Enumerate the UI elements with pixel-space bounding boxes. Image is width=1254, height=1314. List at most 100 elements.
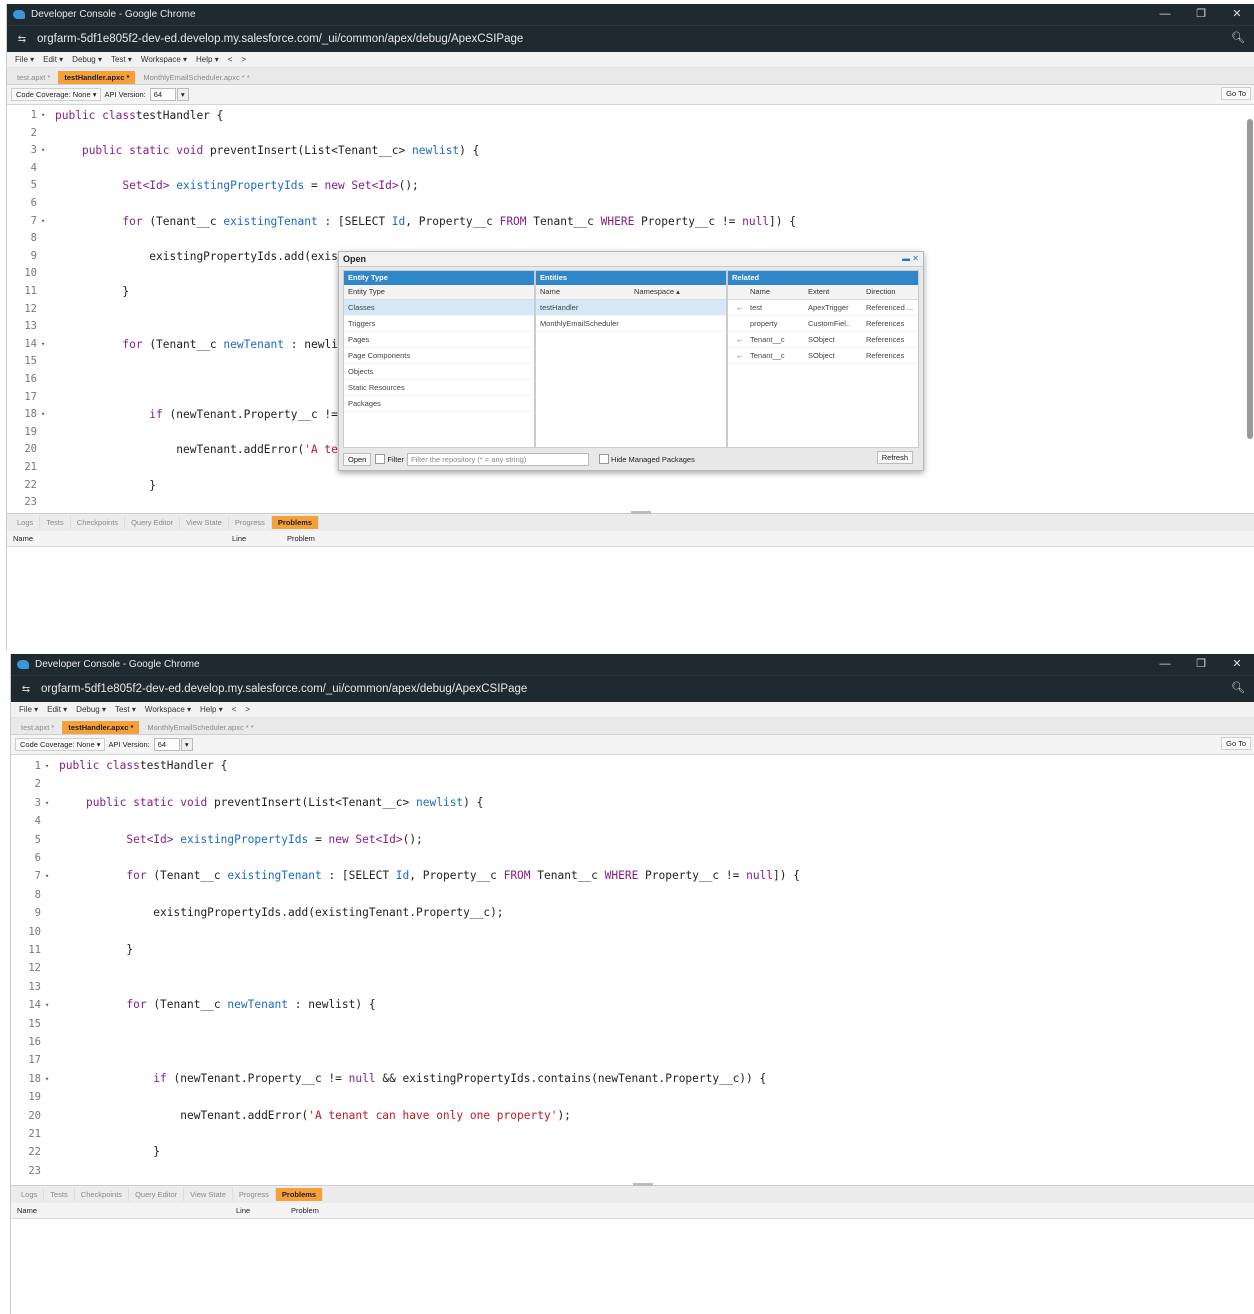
filter-input[interactable]: Filter the repository (* = any string) — [407, 452, 590, 466]
chevron-down-icon[interactable]: ▾ — [180, 738, 193, 751]
code-line[interactable]: 4 — [11, 812, 1254, 830]
address-bar[interactable]: ⇆ orgfarm-5df1e805f2-dev-ed.develop.my.s… — [11, 675, 1254, 702]
url-text[interactable]: orgfarm-5df1e805f2-dev-ed.develop.my.sal… — [37, 33, 523, 45]
col-line[interactable]: Line — [236, 1206, 250, 1215]
code-line[interactable]: 21 — [11, 1125, 1254, 1143]
code-line[interactable]: 5 Set<Id> existingPropertyIds = new Set<… — [7, 177, 1254, 195]
code-coverage-dropdown[interactable]: Code Coverage: None ▾ — [15, 738, 106, 751]
code-line[interactable]: 16 — [11, 1033, 1254, 1051]
url-text[interactable]: orgfarm-5df1e805f2-dev-ed.develop.my.sal… — [41, 683, 527, 695]
tab-monthly-email-scheduler[interactable]: MonthlyEmailScheduler.apxc * * — [137, 71, 255, 84]
menu-test[interactable]: Test ▾ — [115, 705, 136, 714]
menu-file[interactable]: File ▾ — [15, 55, 34, 64]
list-item[interactable]: Pages — [344, 332, 534, 348]
site-settings-icon[interactable]: ⇆ — [17, 684, 35, 695]
zoom-icon[interactable]: 🔍︎ — [1231, 681, 1245, 694]
back-icon[interactable]: < — [228, 55, 233, 64]
code-line[interactable]: 19 — [11, 1088, 1254, 1106]
filter-checkbox[interactable] — [375, 454, 386, 464]
related-col-extent[interactable]: Extent — [808, 287, 829, 296]
tab-tests[interactable]: Tests — [44, 1188, 75, 1201]
list-item[interactable]: Triggers — [344, 316, 534, 332]
code-line[interactable]: 3 ▾ public static void preventInsert(List… — [11, 794, 1254, 812]
code-editor[interactable]: 1 ▾ public classtestHandler {2 3 ▾ public st… — [11, 755, 1254, 1185]
api-version-field[interactable]: 64 — [149, 88, 176, 101]
tab-testhandler[interactable]: testHandler.apxc * — [62, 721, 140, 734]
tab-testhandler[interactable]: testHandler.apxc * — [58, 71, 136, 84]
code-line[interactable]: 22 } — [7, 477, 1254, 495]
api-version-field[interactable]: 64 — [153, 738, 180, 751]
menu-help[interactable]: Help ▾ — [200, 705, 223, 714]
code-line[interactable]: 22 } — [11, 1143, 1254, 1161]
panel-splitter[interactable] — [633, 1183, 653, 1186]
tab-view-state[interactable]: View State — [180, 516, 229, 529]
menu-help[interactable]: Help ▾ — [196, 55, 219, 64]
goto-button[interactable]: Go To — [1221, 737, 1251, 750]
table-row[interactable]: ← test ApexTrigger Referenced ... — [728, 300, 918, 316]
fold-toggle-icon[interactable]: ▾ — [41, 406, 45, 424]
list-item[interactable]: Packages — [344, 396, 534, 412]
code-line[interactable]: 23 — [11, 1162, 1254, 1180]
code-line[interactable]: 7 ▾ for (Tenant__c existingTenant : [SELE… — [11, 867, 1254, 885]
related-col-direction[interactable]: Direction — [866, 287, 896, 296]
col-name[interactable]: Name — [13, 534, 33, 543]
menu-edit[interactable]: Edit ▾ — [43, 55, 63, 64]
table-row[interactable]: ← Tenant__c SObject References — [728, 348, 918, 364]
code-line[interactable]: 15 — [11, 1015, 1254, 1033]
code-line[interactable]: 17 — [11, 1051, 1254, 1069]
tab-view-state[interactable]: View State — [184, 1188, 233, 1201]
code-line[interactable]: 12 — [11, 959, 1254, 977]
menu-workspace[interactable]: Workspace ▾ — [145, 705, 191, 714]
code-line[interactable]: 11 } — [11, 941, 1254, 959]
code-line[interactable]: 3 ▾ public static void preventInsert(List… — [7, 142, 1254, 160]
fold-toggle-icon[interactable]: ▾ — [41, 213, 45, 231]
tab-tests[interactable]: Tests — [40, 516, 71, 529]
list-item[interactable]: Objects — [344, 364, 534, 380]
menu-file[interactable]: File ▾ — [19, 705, 38, 714]
col-problem[interactable]: Problem — [291, 1206, 319, 1215]
code-line[interactable]: 1 ▾ public classtestHandler { — [7, 107, 1254, 125]
entities-col-namespace[interactable]: Namespace ▴ — [634, 287, 680, 296]
code-line[interactable]: 5 Set<Id> existingPropertyIds = new Set<… — [11, 831, 1254, 849]
col-name[interactable]: Name — [17, 1206, 37, 1215]
restore-icon[interactable]: ❐ — [1183, 4, 1219, 25]
forward-icon[interactable]: > — [245, 705, 250, 714]
code-line[interactable]: 2 — [7, 125, 1254, 143]
code-line[interactable]: 1 ▾ public classtestHandler { — [11, 757, 1254, 775]
tab-query-editor[interactable]: Query Editor — [125, 516, 181, 529]
code-line[interactable]: 20 newTenant.addError('A tenant can have… — [11, 1107, 1254, 1125]
code-line[interactable]: 2 — [11, 775, 1254, 793]
list-item[interactable]: MonthlyEmailScheduler — [536, 316, 726, 332]
code-line[interactable]: 18 ▾ if (newTenant.Property__c != null &&… — [11, 1070, 1254, 1088]
code-line[interactable]: 10 — [11, 923, 1254, 941]
open-button[interactable]: Open — [343, 452, 372, 466]
menu-debug[interactable]: Debug ▾ — [76, 705, 106, 714]
col-problem[interactable]: Problem — [287, 534, 315, 543]
code-line[interactable]: 8 — [11, 886, 1254, 904]
code-line[interactable]: 6 — [7, 195, 1254, 213]
hide-managed-checkbox[interactable] — [599, 454, 610, 464]
tab-problems[interactable]: Problems — [275, 1188, 324, 1201]
tab-checkpoints[interactable]: Checkpoints — [75, 1188, 130, 1201]
tab-problems[interactable]: Problems — [271, 516, 320, 529]
tab-query-editor[interactable]: Query Editor — [129, 1188, 185, 1201]
list-item[interactable]: Classes — [344, 300, 534, 316]
fold-toggle-icon[interactable]: ▾ — [45, 996, 49, 1014]
tab-progress[interactable]: Progress — [229, 516, 272, 529]
tab-logs[interactable]: Logs — [15, 1188, 45, 1201]
site-settings-icon[interactable]: ⇆ — [13, 34, 31, 45]
minimize-icon[interactable]: — — [1147, 654, 1183, 675]
code-line[interactable]: 13 — [11, 978, 1254, 996]
list-item[interactable]: Static Resources — [344, 380, 534, 396]
fold-toggle-icon[interactable]: ▾ — [45, 1070, 49, 1088]
refresh-button[interactable]: Refresh — [876, 451, 913, 464]
close-icon[interactable]: ✕ — [1219, 654, 1254, 675]
entities-col-name[interactable]: Name — [540, 287, 560, 296]
list-item[interactable]: Page Components — [344, 348, 534, 364]
code-line[interactable]: 6 — [11, 849, 1254, 867]
code-line[interactable]: 4 — [7, 160, 1254, 178]
code-line[interactable]: 7 ▾ for (Tenant__c existingTenant : [SELE… — [7, 213, 1254, 231]
fold-toggle-icon[interactable]: ▾ — [45, 757, 49, 775]
fold-toggle-icon[interactable]: ▾ — [41, 107, 45, 125]
dialog-window-controls[interactable]: ▬ ✕ — [902, 254, 919, 263]
